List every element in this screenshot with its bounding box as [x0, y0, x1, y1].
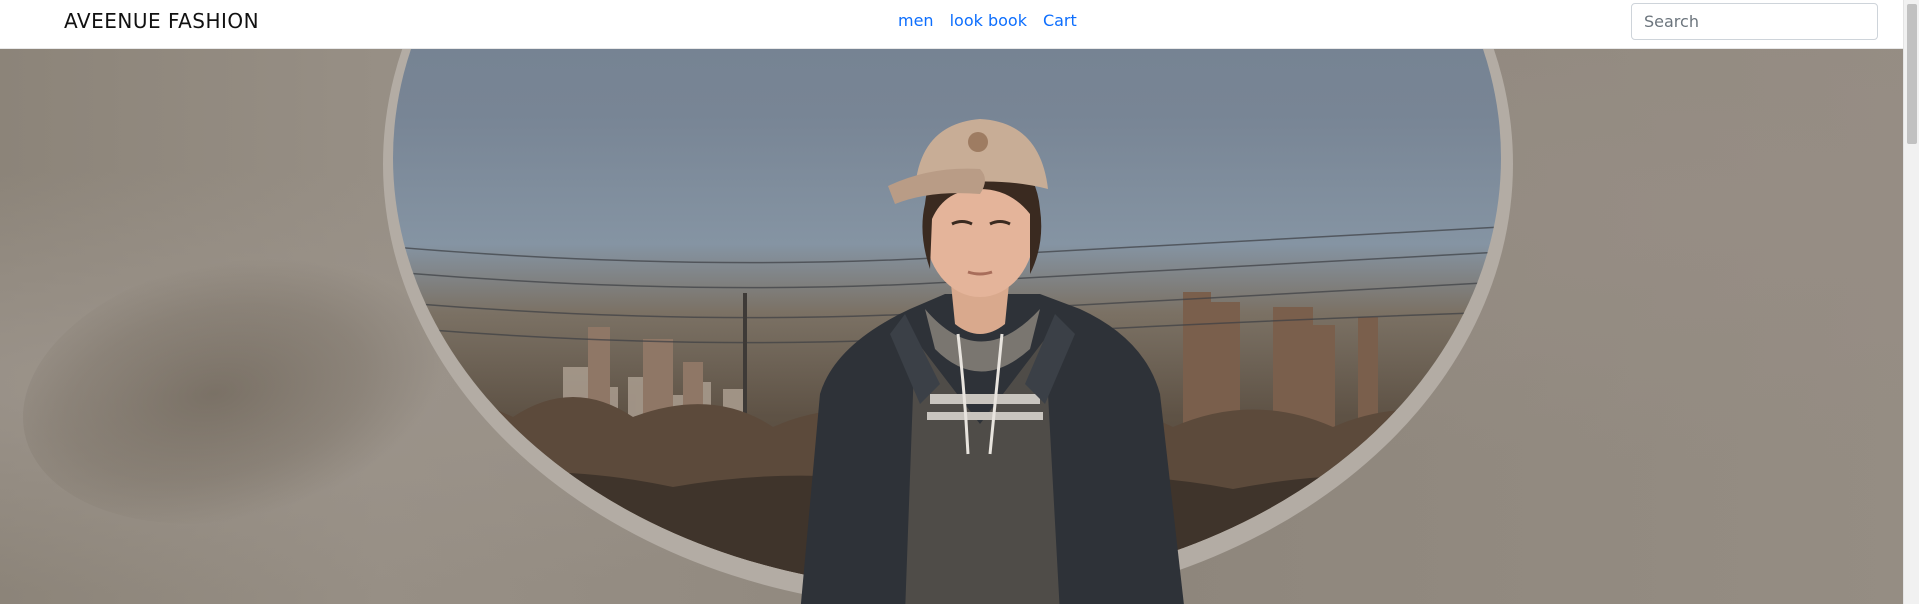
top-navbar: AVEENUE FASHION men look book Cart [0, 0, 1903, 49]
search-input[interactable] [1631, 3, 1878, 40]
hero-image [0, 49, 1903, 604]
nav-link-look-book[interactable]: look book [950, 11, 1027, 30]
page-scrollbar[interactable] [1903, 0, 1919, 604]
scrollbar-thumb[interactable] [1907, 4, 1917, 144]
nav-link-cart[interactable]: Cart [1043, 11, 1077, 30]
nav-links: men look book Cart [898, 11, 1077, 30]
person-in-cap-and-jacket [800, 119, 1184, 604]
brand-logo-link[interactable]: AVEENUE FASHION [64, 9, 259, 33]
nav-link-men[interactable]: men [898, 11, 934, 30]
